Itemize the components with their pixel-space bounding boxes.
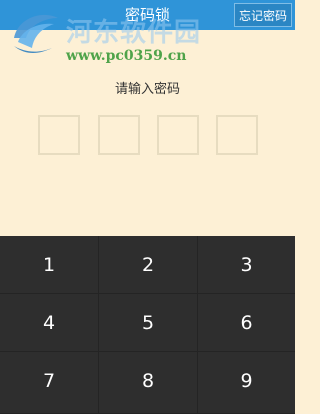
key-3[interactable]: 3 (198, 236, 295, 294)
key-6[interactable]: 6 (198, 294, 295, 352)
forgot-password-button[interactable]: 忘记密码 (233, 3, 292, 27)
pin-box-3 (157, 115, 199, 155)
numeric-keypad: 1 2 3 4 5 6 7 8 9 (0, 236, 295, 414)
key-5[interactable]: 5 (99, 294, 198, 352)
key-4[interactable]: 4 (0, 294, 99, 352)
pin-box-1 (38, 115, 80, 155)
password-prompt: 请输入密码 (114, 82, 180, 97)
key-1[interactable]: 1 (0, 236, 99, 294)
key-7[interactable]: 7 (0, 352, 99, 414)
pin-box-4 (216, 115, 258, 155)
pin-box-2 (98, 115, 140, 155)
key-2[interactable]: 2 (99, 236, 198, 294)
pin-display (38, 115, 262, 157)
key-8[interactable]: 8 (99, 352, 198, 414)
key-9[interactable]: 9 (198, 352, 295, 414)
watermark-url: www.pc0359.cn (66, 48, 187, 64)
